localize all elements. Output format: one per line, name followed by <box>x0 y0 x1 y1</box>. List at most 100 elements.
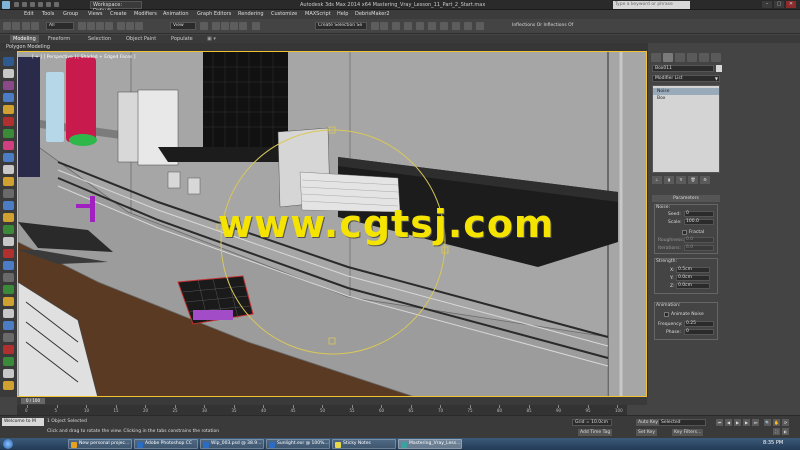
make-unique-icon[interactable]: ∀ <box>676 176 686 184</box>
object-name-field[interactable]: Box011 <box>652 65 714 72</box>
taskbar-item[interactable]: Sticky Notes <box>332 439 396 449</box>
save-icon[interactable] <box>30 2 35 7</box>
xref-icon[interactable] <box>3 189 14 198</box>
space-warp-icon[interactable] <box>3 165 14 174</box>
show-end-result-icon[interactable]: ▮ <box>664 176 674 184</box>
utilities-tab-icon[interactable] <box>711 53 721 62</box>
group-icon[interactable] <box>3 201 14 210</box>
play-icon[interactable]: ▶ <box>734 419 741 426</box>
maximize-viewport-icon[interactable]: ⛶ <box>773 428 780 435</box>
open-file-icon[interactable] <box>22 2 27 7</box>
hidden-icon[interactable] <box>3 249 14 258</box>
render-setup-icon[interactable] <box>452 22 460 30</box>
go-to-end-icon[interactable]: ⏭ <box>752 419 759 426</box>
stack-item-noise[interactable]: Noise <box>653 88 719 95</box>
parameters-rollout[interactable]: Parameters <box>652 195 720 202</box>
maxscript-listener[interactable]: Welcome to M <box>2 418 44 426</box>
motion-tab-icon[interactable] <box>687 53 697 62</box>
menu-tools[interactable]: Tools <box>42 11 54 18</box>
maximize-button[interactable]: ▢ <box>774 1 784 8</box>
menu-group[interactable]: Group <box>63 11 78 18</box>
app-logo-icon[interactable] <box>2 1 10 9</box>
tab-selection[interactable]: Selection <box>85 35 114 43</box>
menu-animation[interactable]: Animation <box>163 11 189 18</box>
perspective-viewport[interactable]: [ + ] [ Perspective ] [ Shaded + Edged F… <box>17 51 647 397</box>
display-influences-icon[interactable] <box>3 297 14 306</box>
snap-icon[interactable] <box>212 22 220 30</box>
object-color-swatch[interactable] <box>716 65 722 72</box>
tab-modeling[interactable]: Modeling <box>10 35 39 43</box>
spinner-snap-icon[interactable] <box>239 22 247 30</box>
select-by-name-icon[interactable] <box>87 22 95 30</box>
inflections-label[interactable]: Inflections Or Inflections Of <box>512 23 573 28</box>
tab-freeform[interactable]: Freeform <box>45 35 73 43</box>
strength-z-field[interactable]: 0.0cm <box>676 283 710 289</box>
frequency-field[interactable]: 0.25 <box>684 321 714 327</box>
undo-icon[interactable] <box>38 2 43 7</box>
schematic-view-icon[interactable] <box>428 22 436 30</box>
pin-stack-icon[interactable]: ⊥ <box>652 176 662 184</box>
sort-icon[interactable] <box>3 273 14 282</box>
taskbar-item[interactable]: Adobe Photoshop CC <box>134 439 198 449</box>
taskbar-item[interactable]: New personal projec... <box>68 439 132 449</box>
tray-clock[interactable]: 8:35 PM <box>763 440 783 446</box>
animate-noise-checkbox[interactable] <box>664 312 669 317</box>
geometry-icon[interactable] <box>3 129 14 138</box>
time-slider[interactable]: 0 / 100 <box>21 398 45 404</box>
taskbar-item[interactable]: Mastering_Vray_Less... <box>398 439 462 449</box>
tab-populate[interactable]: Populate <box>168 35 196 43</box>
unlink-icon[interactable] <box>31 22 39 30</box>
create-tab-icon[interactable] <box>651 53 661 62</box>
phase-field[interactable]: 0 <box>684 329 714 335</box>
close-button[interactable]: ✕ <box>786 1 796 8</box>
scale-icon[interactable] <box>135 22 143 30</box>
select-object-icon[interactable] <box>78 22 86 30</box>
display-tab-icon[interactable] <box>699 53 709 62</box>
render-icon[interactable] <box>476 22 484 30</box>
go-to-start-icon[interactable]: ⏮ <box>716 419 723 426</box>
shape-icon[interactable] <box>3 141 14 150</box>
configure-sets-icon[interactable]: ⚙ <box>700 176 710 184</box>
scene-explorer-icon[interactable] <box>3 69 14 78</box>
configure-icon[interactable] <box>3 357 14 366</box>
menu-edit[interactable]: Edit <box>24 11 34 18</box>
light-icon[interactable] <box>3 105 14 114</box>
iterations-field[interactable]: 6.0 <box>684 245 714 251</box>
modifier-stack[interactable]: Noise Box <box>652 85 720 173</box>
set-key-button[interactable]: Set Key <box>636 429 657 436</box>
angle-snap-icon[interactable] <box>221 22 229 30</box>
bone-icon[interactable] <box>3 213 14 222</box>
viewport-label[interactable]: [ + ] [ Perspective ] [ Shaded + Edged F… <box>32 55 136 60</box>
menu-help[interactable]: Help <box>337 11 348 18</box>
pan-icon[interactable]: ✋ <box>773 419 780 426</box>
align-icon[interactable] <box>380 22 388 30</box>
menu-create[interactable]: Create <box>110 11 127 18</box>
system-icon[interactable] <box>3 177 14 186</box>
mirror-icon[interactable] <box>371 22 379 30</box>
particle-icon[interactable] <box>3 225 14 234</box>
edit-named-selection-icon[interactable] <box>252 22 260 30</box>
find-icon[interactable] <box>3 333 14 342</box>
modifier-list-dropdown[interactable]: Modifier List ▼ <box>652 75 720 82</box>
collapse-icon[interactable] <box>3 381 14 390</box>
link-icon[interactable] <box>22 22 30 30</box>
layer-manager-icon[interactable] <box>392 22 400 30</box>
menu-views[interactable]: Views <box>88 11 102 18</box>
pivot-icon[interactable] <box>200 22 208 30</box>
selection-region-icon[interactable] <box>96 22 104 30</box>
rotate-icon[interactable] <box>126 22 134 30</box>
roughness-field[interactable]: 0.0 <box>684 237 714 243</box>
percent-snap-icon[interactable] <box>230 22 238 30</box>
ribbon-options-icon[interactable]: ▣ ▾ <box>204 35 219 43</box>
zoom-icon[interactable]: 🔍 <box>764 419 771 426</box>
menu-rendering[interactable]: Rendering <box>238 11 264 18</box>
modify-tab-icon[interactable] <box>663 53 673 62</box>
display-children-icon[interactable] <box>3 285 14 294</box>
fractal-checkbox[interactable] <box>682 230 687 235</box>
menu-customize[interactable]: Customize <box>271 11 297 18</box>
menu-debrismaker[interactable]: DebrisMaker2 <box>355 11 390 18</box>
tab-object-paint[interactable]: Object Paint <box>123 35 159 43</box>
graphite-toolbar-icon[interactable] <box>404 22 412 30</box>
taskbar-item[interactable]: Sunlight.exr @ 100%... <box>266 439 330 449</box>
seed-field[interactable]: 0 <box>684 211 714 217</box>
